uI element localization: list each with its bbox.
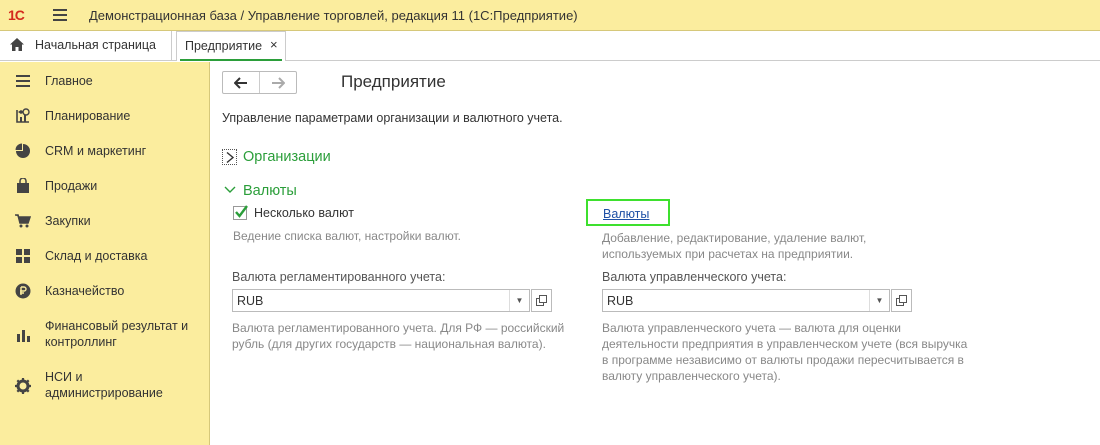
sidebar-item-label: Склад и доставка bbox=[45, 249, 148, 263]
sidebar-item-label: Продажи bbox=[45, 179, 98, 193]
mgmt-currency-hint-line1: Валюта управленческого учета — валюта дл… bbox=[602, 321, 901, 335]
mgmt-currency-label: Валюта управленческого учета: bbox=[602, 270, 787, 284]
sidebar-item-purchases[interactable]: Закупки bbox=[0, 212, 209, 230]
tab-home-label: Начальная страница bbox=[35, 38, 156, 52]
sidebar-item-label: Главное bbox=[45, 74, 93, 88]
reg-currency-select[interactable]: RUB ▼ bbox=[232, 289, 530, 312]
bar-chart-icon bbox=[17, 330, 30, 342]
currencies-link-hint-line1: Добавление, редактирование, удаление вал… bbox=[602, 231, 867, 245]
currencies-link[interactable]: Валюты bbox=[603, 207, 649, 221]
reg-currency-value: RUB bbox=[237, 294, 264, 308]
mgmt-currency-value: RUB bbox=[607, 294, 634, 308]
main-menu-icon[interactable] bbox=[53, 9, 67, 21]
dropdown-arrow-icon[interactable]: ▼ bbox=[509, 290, 529, 311]
history-nav bbox=[222, 71, 297, 94]
sidebar-item-sales[interactable]: Продажи bbox=[0, 177, 209, 195]
checkmark-icon bbox=[235, 205, 248, 218]
ruble-coin-icon bbox=[15, 283, 31, 299]
page-description: Управление параметрами организации и вал… bbox=[222, 111, 563, 125]
sidebar: Главное Планирование CRM и маркетинг Про… bbox=[0, 62, 210, 445]
shopping-bag-icon bbox=[17, 178, 29, 193]
sidebar-item-crm[interactable]: CRM и маркетинг bbox=[0, 142, 209, 160]
sidebar-item-treasury[interactable]: Казначейство bbox=[0, 282, 209, 300]
warehouse-icon bbox=[16, 249, 30, 263]
app-logo[interactable]: 1С bbox=[8, 7, 25, 23]
mgmt-currency-hint-line3: в программе независимо от валюты продажи… bbox=[602, 353, 964, 367]
list-icon bbox=[16, 75, 30, 87]
sidebar-item-planning[interactable]: Планирование bbox=[0, 107, 209, 125]
multi-currency-label[interactable]: Несколько валют bbox=[254, 206, 354, 220]
mgmt-currency-hint-line2: деятельности предприятия в управленческо… bbox=[602, 337, 968, 351]
sidebar-item-label: Финансовый результат и контроллинг bbox=[45, 319, 189, 349]
currencies-link-hint-line2: используемых при расчетах на предприятии… bbox=[602, 247, 854, 261]
mgmt-currency-hint-line4: валюту управленческого учета). bbox=[602, 369, 781, 383]
multi-currency-checkbox[interactable] bbox=[233, 205, 248, 220]
pie-chart-icon bbox=[15, 143, 30, 158]
section-currencies-title[interactable]: Валюты bbox=[243, 183, 297, 199]
forward-button[interactable] bbox=[260, 72, 296, 93]
section-organizations-title[interactable]: Организации bbox=[243, 149, 331, 165]
sidebar-item-label: НСИ и администрирование bbox=[45, 370, 163, 400]
chevron-down-icon[interactable] bbox=[224, 186, 236, 194]
tab-bar: Начальная страница Предприятие × bbox=[0, 31, 1100, 61]
reg-currency-hint-line1: Валюта регламентированного учета. Для РФ… bbox=[232, 321, 565, 335]
reg-currency-hint-line2: рубль (для других государств — националь… bbox=[232, 337, 546, 351]
sidebar-item-label: CRM и маркетинг bbox=[45, 144, 147, 158]
tab-enterprise[interactable]: Предприятие × bbox=[176, 31, 286, 61]
reg-currency-label: Валюта регламентированного учета: bbox=[232, 270, 446, 284]
back-button[interactable] bbox=[223, 72, 260, 93]
sidebar-item-label: Казначейство bbox=[45, 284, 125, 298]
arrow-left-icon bbox=[233, 77, 247, 89]
arrow-right-icon bbox=[272, 77, 286, 89]
page-title: Предприятие bbox=[341, 72, 446, 91]
open-form-icon bbox=[536, 295, 547, 306]
close-tab-icon[interactable]: × bbox=[270, 37, 278, 52]
multi-currency-hint: Ведение списка валют, настройки валют. bbox=[233, 229, 461, 243]
sidebar-item-main[interactable]: Главное bbox=[0, 72, 209, 90]
window-title: Демонстрационная база / Управление торго… bbox=[89, 8, 578, 23]
title-bar: 1С Демонстрационная база / Управление то… bbox=[0, 0, 1100, 31]
cart-icon bbox=[15, 214, 31, 228]
open-form-icon bbox=[896, 295, 907, 306]
expand-organizations-button[interactable] bbox=[222, 149, 237, 165]
sidebar-item-label: Планирование bbox=[45, 109, 131, 123]
sidebar-item-warehouse[interactable]: Склад и доставка bbox=[0, 247, 209, 265]
sidebar-item-label: Закупки bbox=[45, 214, 91, 228]
planning-icon bbox=[16, 108, 30, 123]
sidebar-item-admin[interactable]: НСИ и администрирование bbox=[0, 368, 209, 402]
chevron-right-icon bbox=[226, 152, 235, 163]
home-icon bbox=[10, 38, 24, 51]
mgmt-currency-select[interactable]: RUB ▼ bbox=[602, 289, 890, 312]
tab-enterprise-label: Предприятие bbox=[185, 39, 263, 53]
active-tab-indicator bbox=[180, 59, 282, 61]
sidebar-item-financial-result[interactable]: Финансовый результат и контроллинг bbox=[0, 317, 209, 351]
gear-icon bbox=[15, 378, 31, 394]
tab-home[interactable]: Начальная страница bbox=[0, 31, 172, 60]
dropdown-arrow-icon[interactable]: ▼ bbox=[869, 290, 889, 311]
mgmt-currency-open-button[interactable] bbox=[891, 289, 912, 312]
reg-currency-open-button[interactable] bbox=[531, 289, 552, 312]
